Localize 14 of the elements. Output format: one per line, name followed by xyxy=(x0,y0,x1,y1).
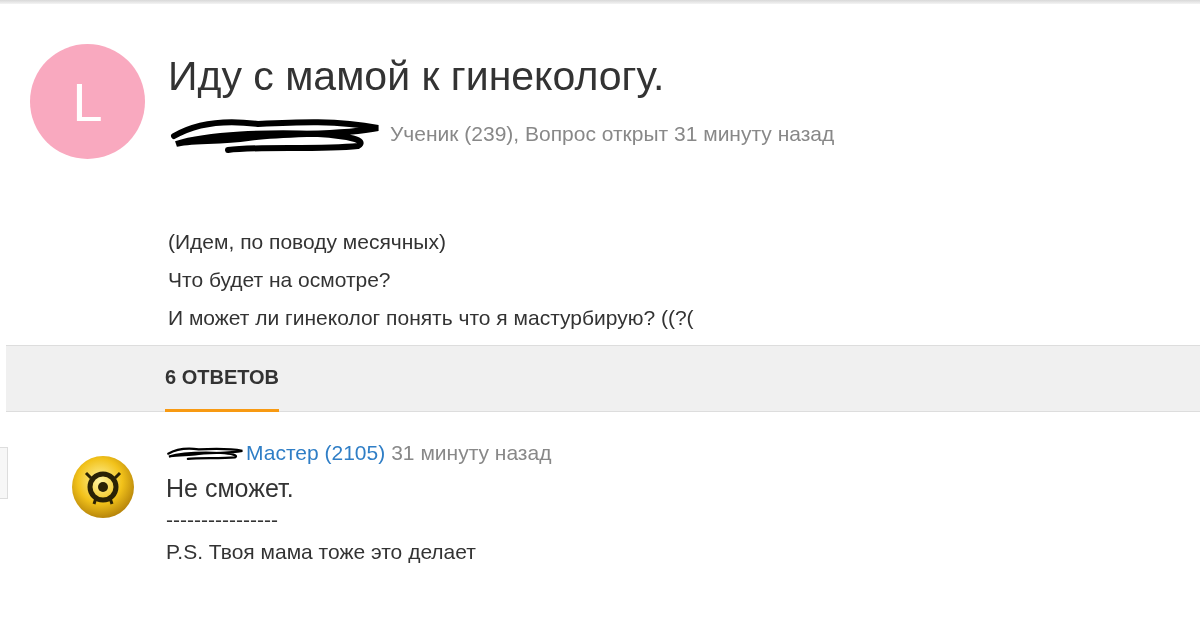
answer-text: Не сможет. xyxy=(166,474,295,502)
answer-text: P.S. Твоя мама тоже это делает xyxy=(166,539,477,565)
question-text: (Идем, по поводу месячных) xyxy=(168,229,447,255)
question-text: И может ли гинеколог понять что я мастурбирую? ((?( xyxy=(168,305,695,331)
answer-time: 31 минуту назад xyxy=(391,441,552,465)
user-rank[interactable]: Мастер (2105) xyxy=(246,441,386,465)
answer-text: ---------------- xyxy=(166,507,279,533)
answers-tab[interactable]: 6 ОТВЕТОВ xyxy=(165,346,279,412)
avatar-icon xyxy=(72,456,134,518)
question-title: Иду с мамой к гинекологу. xyxy=(168,52,666,100)
avatar-letter: L xyxy=(72,70,103,133)
side-panel-edge xyxy=(0,447,8,499)
author-meta: Ученик (239), Вопрос открыт 31 минуту назад xyxy=(390,122,835,146)
question-text: Что будет на осмотре? xyxy=(168,267,392,293)
